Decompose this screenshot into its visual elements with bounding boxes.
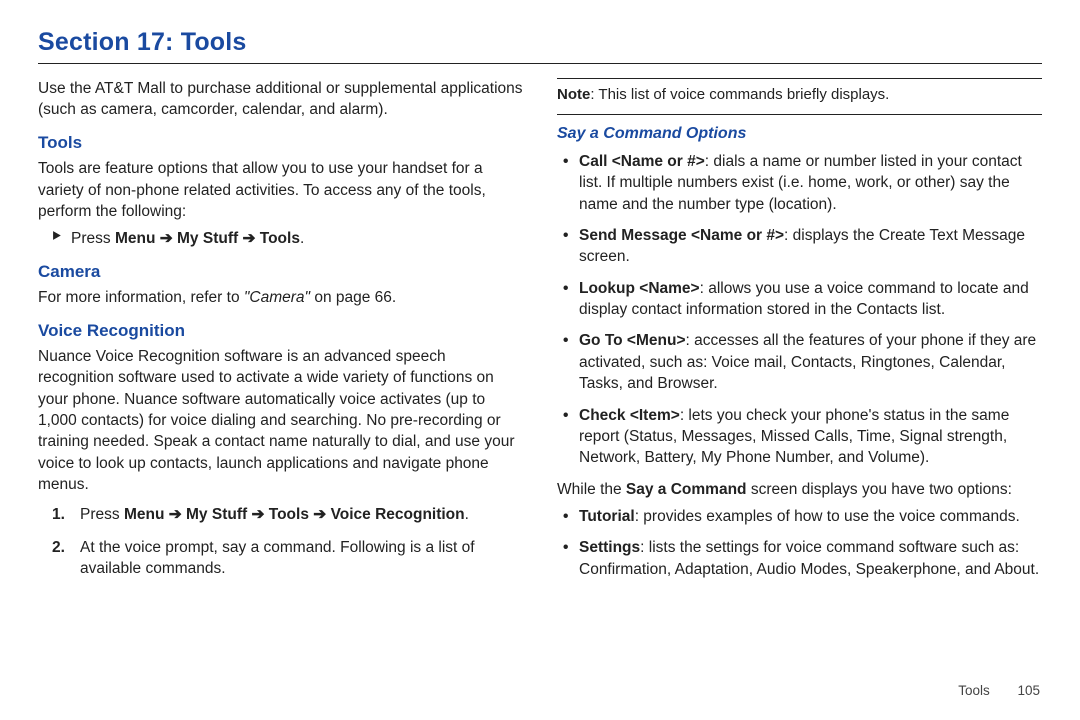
left-column: Use the AT&T Mall to purchase additional… — [38, 78, 523, 592]
voice-recognition-heading: Voice Recognition — [38, 319, 523, 342]
section-title: Section 17: Tools — [38, 28, 1042, 57]
tools-nav-text: Press Menu ➔ My Stuff ➔ Tools. — [71, 228, 304, 249]
tools-heading: Tools — [38, 131, 523, 154]
two-column-layout: Use the AT&T Mall to purchase additional… — [38, 78, 1042, 592]
tools-label: Tools — [260, 230, 300, 247]
arrow-icon: ➔ — [247, 506, 269, 523]
command-call: Call <Name or #>: dials a name or number… — [563, 151, 1042, 215]
period: . — [465, 506, 469, 523]
cmd-title: Send Message <Name or #> — [579, 227, 784, 244]
note-label: Note — [557, 86, 590, 103]
opt-title: Tutorial — [579, 508, 635, 525]
option-tutorial: Tutorial: provides examples of how to us… — [563, 506, 1042, 527]
step-1: Press Menu ➔ My Stuff ➔ Tools ➔ Voice Re… — [80, 504, 523, 525]
manual-page: Section 17: Tools Use the AT&T Mall to p… — [0, 0, 1080, 720]
note-text: This list of voice commands briefly disp… — [598, 86, 889, 103]
cmd-title: Go To <Menu> — [579, 332, 686, 349]
footer-section: Tools — [958, 683, 990, 698]
period: . — [300, 230, 304, 247]
tools-body: Tools are feature options that allow you… — [38, 158, 523, 222]
command-send-message: Send Message <Name or #>: displays the C… — [563, 225, 1042, 268]
mystuff-label: My Stuff — [186, 506, 247, 523]
camera-ref: "Camera" — [244, 289, 310, 306]
vr-label: Voice Recognition — [331, 506, 465, 523]
chevron-right-icon — [52, 230, 63, 241]
opt-desc: : lists the settings for voice command s… — [579, 539, 1039, 577]
press-word: Press — [80, 506, 124, 523]
command-list: Call <Name or #>: dials a name or number… — [563, 151, 1042, 469]
opt-title: Settings — [579, 539, 640, 556]
while-sentence: While the Say a Command screen displays … — [557, 479, 1042, 500]
cmd-title: Lookup <Name> — [579, 280, 700, 297]
tools-nav-step: Press Menu ➔ My Stuff ➔ Tools. — [52, 228, 523, 249]
camera-post: on page 66. — [310, 289, 396, 306]
while-post: screen displays you have two options: — [747, 481, 1012, 498]
page-footer: Tools 105 — [958, 683, 1040, 698]
footer-page-number: 105 — [1017, 683, 1040, 698]
camera-heading: Camera — [38, 260, 523, 283]
command-check: Check <Item>: lets you check your phone'… — [563, 405, 1042, 469]
cmd-title: Check <Item> — [579, 407, 680, 424]
menu-label: Menu — [115, 230, 155, 247]
voice-recognition-steps: Press Menu ➔ My Stuff ➔ Tools ➔ Voice Re… — [80, 504, 523, 580]
camera-body: For more information, refer to "Camera" … — [38, 287, 523, 308]
command-lookup: Lookup <Name>: allows you use a voice co… — [563, 278, 1042, 321]
right-column: Note: This list of voice commands briefl… — [557, 78, 1042, 592]
opt-desc: : provides examples of how to use the vo… — [635, 508, 1020, 525]
option-settings: Settings: lists the settings for voice c… — [563, 537, 1042, 580]
arrow-icon: ➔ — [164, 506, 186, 523]
arrow-icon: ➔ — [309, 506, 331, 523]
option-list: Tutorial: provides examples of how to us… — [563, 506, 1042, 580]
while-bold: Say a Command — [626, 481, 747, 498]
camera-pre: For more information, refer to — [38, 289, 244, 306]
mystuff-label: My Stuff — [177, 230, 238, 247]
press-word: Press — [71, 230, 115, 247]
arrow-icon: ➔ — [155, 230, 177, 247]
menu-label: Menu — [124, 506, 164, 523]
voice-recognition-body: Nuance Voice Recognition software is an … — [38, 346, 523, 496]
command-go-to: Go To <Menu>: accesses all the features … — [563, 330, 1042, 394]
tools-label: Tools — [269, 506, 309, 523]
title-rule — [38, 63, 1042, 64]
step-2: At the voice prompt, say a command. Foll… — [80, 537, 523, 580]
intro-paragraph: Use the AT&T Mall to purchase additional… — [38, 78, 523, 121]
say-command-heading: Say a Command Options — [557, 123, 1042, 145]
note-box: Note: This list of voice commands briefl… — [557, 78, 1042, 115]
cmd-title: Call <Name or #> — [579, 153, 705, 170]
while-pre: While the — [557, 481, 626, 498]
arrow-icon: ➔ — [238, 230, 260, 247]
